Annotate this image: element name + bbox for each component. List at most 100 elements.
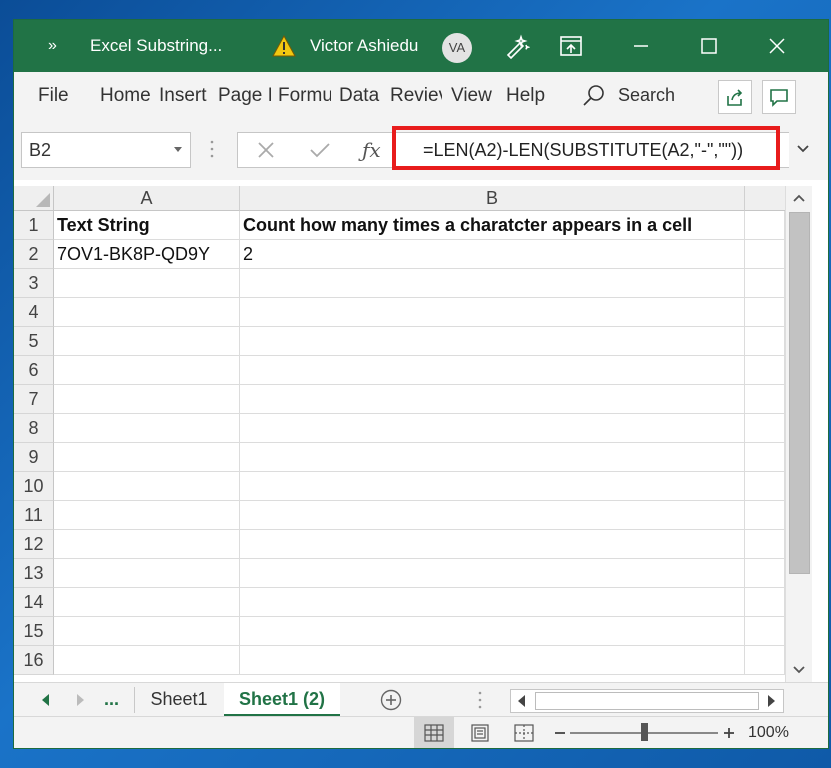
column-header-a[interactable]: A [54, 186, 240, 211]
tab-sheet1-2[interactable]: Sheet1 (2) [224, 683, 340, 717]
worksheet-grid[interactable]: A B 1 Text String Count how many times a c… [14, 180, 828, 682]
row-header-15[interactable]: 15 [14, 617, 54, 646]
cell-c8[interactable] [745, 414, 785, 443]
page-layout-view-button[interactable] [460, 717, 500, 748]
vertical-scrollbar[interactable] [785, 186, 812, 682]
column-header-c[interactable] [745, 186, 785, 211]
avatar[interactable]: VA [442, 33, 472, 63]
maximize-icon[interactable] [692, 20, 726, 72]
cell-b16[interactable] [240, 646, 745, 675]
name-box[interactable]: B2 [21, 132, 191, 168]
zoom-slider-thumb[interactable] [641, 723, 648, 741]
row-header-12[interactable]: 12 [14, 530, 54, 559]
cell-b10[interactable] [240, 472, 745, 501]
cell-a15[interactable] [54, 617, 240, 646]
cell-b1[interactable]: Count how many times a charatcter appear… [240, 211, 745, 240]
scroll-down-icon[interactable] [793, 666, 805, 674]
tab-view[interactable]: View [451, 72, 499, 120]
cell-b14[interactable] [240, 588, 745, 617]
cell-a1[interactable]: Text String [54, 211, 240, 240]
row-header-8[interactable]: 8 [14, 414, 54, 443]
horizontal-scroll-thumb[interactable] [535, 692, 759, 710]
cell-c3[interactable] [745, 269, 785, 298]
chevron-down-icon[interactable] [174, 147, 182, 152]
zoom-in-icon[interactable] [723, 727, 735, 739]
cell-c11[interactable] [745, 501, 785, 530]
tab-help[interactable]: Help [506, 72, 552, 120]
vertical-scroll-thumb[interactable] [789, 212, 810, 574]
tab-sheet1[interactable]: Sheet1 [136, 683, 222, 716]
cell-a14[interactable] [54, 588, 240, 617]
user-name[interactable]: Victor Ashiedu [310, 20, 418, 72]
add-sheet-icon[interactable] [380, 689, 402, 711]
insert-function-icon[interactable]: ƒx [362, 133, 381, 167]
cell-a9[interactable] [54, 443, 240, 472]
cell-c6[interactable] [745, 356, 785, 385]
cell-a13[interactable] [54, 559, 240, 588]
cell-c7[interactable] [745, 385, 785, 414]
scroll-right-icon[interactable] [767, 695, 775, 707]
cell-c4[interactable] [745, 298, 785, 327]
quick-access-overflow-icon[interactable]: » [48, 20, 57, 72]
designer-wand-icon[interactable] [500, 20, 534, 72]
tab-home[interactable]: Home [100, 72, 152, 120]
page-break-view-button[interactable] [504, 717, 544, 748]
enter-check-icon[interactable] [310, 142, 330, 158]
search-box[interactable]: Search [580, 78, 690, 112]
cell-b11[interactable] [240, 501, 745, 530]
tab-insert[interactable]: Insert [159, 72, 211, 120]
cell-c10[interactable] [745, 472, 785, 501]
row-header-3[interactable]: 3 [14, 269, 54, 298]
cell-a2[interactable]: 7OV1-BK8P-QD9Y [54, 240, 240, 269]
tab-formulas[interactable]: Formu [278, 72, 331, 120]
tab-review[interactable]: Reviev [390, 72, 442, 120]
cell-b3[interactable] [240, 269, 745, 298]
cell-b7[interactable] [240, 385, 745, 414]
cell-a3[interactable] [54, 269, 240, 298]
cell-b2[interactable]: 2 [240, 240, 745, 269]
cell-c5[interactable] [745, 327, 785, 356]
tab-split-handle-icon[interactable] [478, 691, 482, 709]
close-icon[interactable] [760, 20, 794, 72]
tab-page-layout[interactable]: Page I [218, 72, 271, 120]
more-sheets-button[interactable]: ... [104, 683, 119, 716]
cell-b8[interactable] [240, 414, 745, 443]
tab-file[interactable]: File [38, 72, 82, 120]
ribbon-display-options-icon[interactable] [554, 20, 588, 72]
cell-a16[interactable] [54, 646, 240, 675]
cell-a10[interactable] [54, 472, 240, 501]
row-header-11[interactable]: 11 [14, 501, 54, 530]
row-header-7[interactable]: 7 [14, 385, 54, 414]
cell-a5[interactable] [54, 327, 240, 356]
zoom-level[interactable]: 100% [748, 717, 789, 748]
scroll-left-icon[interactable] [518, 695, 526, 707]
cell-b12[interactable] [240, 530, 745, 559]
cell-c14[interactable] [745, 588, 785, 617]
warning-icon[interactable] [270, 20, 298, 72]
zoom-out-icon[interactable] [554, 727, 566, 739]
cancel-icon[interactable] [258, 142, 274, 158]
row-header-6[interactable]: 6 [14, 356, 54, 385]
tab-data[interactable]: Data [339, 72, 383, 120]
row-header-14[interactable]: 14 [14, 588, 54, 617]
row-header-13[interactable]: 13 [14, 559, 54, 588]
row-header-1[interactable]: 1 [14, 211, 54, 240]
minimize-icon[interactable] [624, 20, 658, 72]
cell-c13[interactable] [745, 559, 785, 588]
cell-b13[interactable] [240, 559, 745, 588]
normal-view-button[interactable] [414, 717, 454, 748]
row-header-2[interactable]: 2 [14, 240, 54, 269]
cell-a8[interactable] [54, 414, 240, 443]
cell-c12[interactable] [745, 530, 785, 559]
scroll-tabs-left-icon[interactable] [42, 694, 50, 706]
cell-c15[interactable] [745, 617, 785, 646]
scroll-tabs-right-icon[interactable] [76, 694, 84, 706]
cell-c9[interactable] [745, 443, 785, 472]
cell-a7[interactable] [54, 385, 240, 414]
cell-b6[interactable] [240, 356, 745, 385]
cell-a4[interactable] [54, 298, 240, 327]
drag-handle-icon[interactable] [210, 140, 214, 158]
cell-b15[interactable] [240, 617, 745, 646]
cell-a6[interactable] [54, 356, 240, 385]
row-header-4[interactable]: 4 [14, 298, 54, 327]
